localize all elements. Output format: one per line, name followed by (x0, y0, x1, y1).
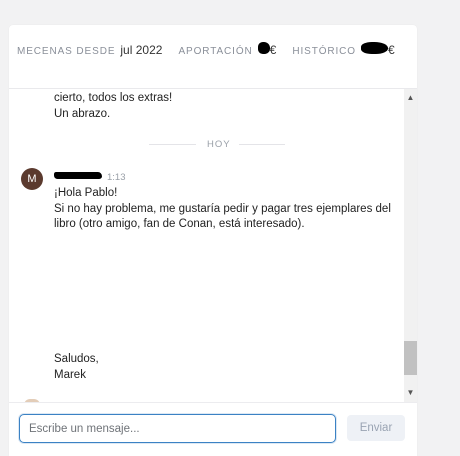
message-text-line: Saludos, (54, 353, 99, 365)
history-redacted-value (361, 42, 388, 54)
day-separator-label: HOY (207, 139, 231, 150)
day-separator-line (239, 144, 285, 145)
send-button[interactable]: Enviar (347, 415, 405, 441)
contribution-currency: € (269, 43, 277, 57)
message-timestamp: 1:13 (107, 172, 126, 183)
contribution-stat: Aportación € (178, 42, 276, 57)
day-separator: HOY (9, 137, 404, 151)
patron-since-stat: Mecenas desde jul 2022 (17, 43, 162, 57)
avatar[interactable]: M (21, 168, 43, 190)
message-text-line: ¡Hola Pablo! (54, 187, 118, 199)
composer-divider (9, 402, 417, 403)
message-text-line: Marek (54, 368, 86, 381)
message-text-line: cierto, todos los extras! (54, 92, 173, 104)
message-list-scrollbar[interactable]: ▲ ▼ (404, 89, 417, 402)
patron-since-label: Mecenas desde (17, 46, 116, 57)
message-closing: Saludos, Marek (54, 352, 99, 383)
scroll-up-arrow-icon[interactable]: ▲ (404, 91, 417, 105)
history-label: Histórico (292, 46, 356, 57)
message-list[interactable]: cierto, todos los extras! Un abrazo. HOY… (9, 89, 404, 402)
message-text-line: libro (otro amigo, fan de Conan, está in… (54, 218, 305, 230)
previous-message-body: cierto, todos los extras! Un abrazo. (54, 91, 172, 122)
day-separator-line (149, 144, 196, 145)
author-name-redacted (54, 172, 102, 179)
message-input[interactable] (19, 414, 336, 443)
message-text-line: Si no hay problema, me gustaría pedir y … (54, 202, 391, 215)
patron-since-value: jul 2022 (120, 43, 163, 57)
scrollbar-thumb[interactable] (404, 341, 417, 375)
patron-stats-bar: Mecenas desde jul 2022 Aportación € Hist… (17, 42, 411, 60)
message-body: ¡Hola Pablo! Si no hay problema, me gust… (54, 186, 391, 233)
contribution-label: Aportación (178, 46, 253, 57)
message-text-line: Un abrazo. (54, 107, 111, 120)
history-currency: € (388, 43, 395, 57)
history-stat: Histórico € (292, 42, 395, 57)
contribution-redacted-value (257, 42, 270, 54)
scroll-down-arrow-icon[interactable]: ▼ (404, 386, 417, 400)
